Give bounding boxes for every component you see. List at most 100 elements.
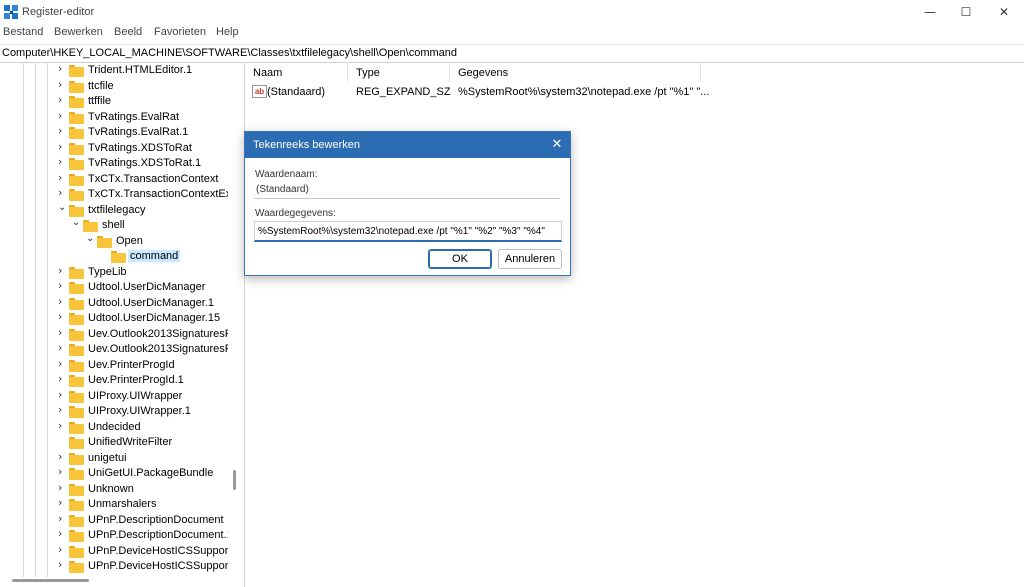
tree-item[interactable]: › ttcfile [0,79,228,94]
tree-horizontal-scroll-thumb[interactable] [12,579,89,582]
tree-vertical-scroll-thumb[interactable] [233,470,236,490]
menu-beeld[interactable]: Beeld [114,26,142,38]
value-data-input[interactable] [254,221,562,242]
value-row[interactable]: ab (Standaard) REG_EXPAND_SZ %SystemRoot… [245,84,1024,100]
chevron-down-icon[interactable]: ⌄ [58,202,66,212]
chevron-down-icon[interactable]: ⌄ [72,218,80,228]
tree-item[interactable]: › UPnP.DescriptionDocument.1 [0,528,228,543]
key-tree[interactable]: › Trident.HTMLEditor.1 › ttcfile › ttffile › Tv… [0,62,228,577]
chevron-right-icon[interactable]: › [58,358,66,369]
value-name-label: Waardenaam: [255,169,318,180]
tree-item-label: Uev.Outlook2013SignaturesPrc [88,343,228,355]
column-header-data[interactable]: Gegevens [450,62,701,82]
tree-item-label: UPnP.DescriptionDocument [88,513,224,526]
tree-item[interactable]: UnifiedWriteFilter [0,435,228,450]
tree-item[interactable]: › Undecided [0,420,228,435]
chevron-right-icon[interactable]: › [58,311,66,322]
tree-item[interactable]: › Udtool.UserDicManager.1 [0,296,228,311]
chevron-down-icon[interactable]: ⌄ [86,233,94,243]
tree-item[interactable]: › TypeLib [0,265,228,280]
menu-bestand[interactable]: Bestand [3,26,43,38]
tree-item-label: ttcfile [88,79,114,92]
tree-horizontal-scrollbar[interactable] [0,575,228,585]
chevron-right-icon[interactable]: › [58,528,66,539]
chevron-right-icon[interactable]: › [58,482,66,493]
dialog-close-icon[interactable]: ✕ [544,132,570,158]
tree-item[interactable]: › ttffile [0,94,228,109]
chevron-right-icon[interactable]: › [58,296,66,307]
menu-bewerken[interactable]: Bewerken [54,26,103,38]
tree-item[interactable]: › Udtool.UserDicManager [0,280,228,295]
ok-button[interactable]: OK [428,249,492,269]
tree-item[interactable]: › Udtool.UserDicManager.15 [0,311,228,326]
chevron-right-icon[interactable]: › [58,327,66,338]
column-header-name[interactable]: Naam [245,62,348,82]
chevron-right-icon[interactable]: › [58,559,66,570]
chevron-right-icon[interactable]: › [58,513,66,524]
chevron-right-icon[interactable]: › [58,141,66,152]
chevron-right-icon[interactable]: › [58,451,66,462]
cancel-button[interactable]: Annuleren [498,249,562,269]
folder-icon [69,483,84,496]
folder-icon [69,204,84,217]
tree-item[interactable]: › TvRatings.XDSToRat [0,141,228,156]
chevron-right-icon[interactable]: › [58,79,66,90]
menu-help[interactable]: Help [216,26,239,38]
tree-item[interactable]: › Trident.HTMLEditor.1 [0,63,228,78]
folder-icon [69,390,84,403]
chevron-right-icon[interactable]: › [58,156,66,167]
chevron-right-icon[interactable]: › [58,420,66,431]
chevron-right-icon[interactable]: › [58,404,66,415]
tree-item[interactable]: › unigetui [0,451,228,466]
chevron-right-icon[interactable]: › [58,94,66,105]
tree-item[interactable]: › TvRatings.EvalRat.1 [0,125,228,140]
address-path[interactable]: Computer\HKEY_LOCAL_MACHINE\SOFTWARE\Cla… [2,47,457,59]
address-bar[interactable]: Computer\HKEY_LOCAL_MACHINE\SOFTWARE\Cla… [0,44,1024,63]
tree-vertical-scrollbar[interactable] [228,62,242,577]
column-header-type[interactable]: Type [348,62,450,82]
tree-item[interactable]: ⌄ shell [0,218,228,233]
value-type: REG_EXPAND_SZ [356,86,451,98]
chevron-right-icon[interactable]: › [58,63,66,74]
tree-item[interactable]: › TvRatings.XDSToRat.1 [0,156,228,171]
tree-item-label: Undecided [88,420,141,433]
tree-item[interactable]: › Unknown [0,482,228,497]
chevron-right-icon[interactable]: › [58,497,66,508]
tree-item[interactable]: › Uev.Outlook2013SignaturesPrc [0,327,228,342]
chevron-right-icon[interactable]: › [58,265,66,276]
chevron-right-icon[interactable]: › [58,187,66,198]
menu-favorieten[interactable]: Favorieten [154,26,206,38]
tree-item[interactable]: › TvRatings.EvalRat [0,110,228,125]
chevron-right-icon[interactable]: › [58,466,66,477]
folder-icon [69,328,84,341]
tree-item[interactable]: ⌄ Open [0,233,228,249]
tree-item[interactable]: › UPnP.DescriptionDocument [0,513,228,528]
tree-item[interactable]: › UPnP.DeviceHostICSSupport.1 [0,559,228,574]
chevron-right-icon[interactable]: › [58,110,66,121]
close-button[interactable]: ✕ [986,0,1022,24]
tree-item[interactable]: › UniGetUI.PackageBundle [0,466,228,481]
tree-item[interactable]: › UPnP.DeviceHostICSSupport [0,544,228,559]
tree-item[interactable]: › TxCTx.TransactionContext [0,172,228,187]
minimize-button[interactable]: — [912,0,948,24]
maximize-button[interactable]: ☐ [948,0,984,24]
chevron-right-icon[interactable]: › [58,389,66,400]
tree-item[interactable]: › Uev.PrinterProgId.1 [0,373,228,388]
tree-item[interactable]: › Uev.Outlook2013SignaturesPrc [0,342,228,357]
chevron-right-icon[interactable]: › [58,373,66,384]
tree-item[interactable]: › TxCTx.TransactionContextEx [0,187,228,202]
chevron-right-icon[interactable]: › [58,172,66,183]
chevron-right-icon[interactable]: › [58,544,66,555]
chevron-right-icon[interactable]: › [58,342,66,353]
tree-item[interactable]: › UIProxy.UIWrapper [0,389,228,404]
tree-item[interactable]: › Unmarshalers [0,497,228,512]
tree-item[interactable]: command [0,249,228,264]
tree-item-label: UIProxy.UIWrapper [88,389,183,402]
chevron-right-icon[interactable]: › [58,280,66,291]
chevron-right-icon[interactable]: › [58,125,66,136]
tree-item[interactable]: › Uev.PrinterProgId [0,358,228,373]
folder-icon [69,313,84,325]
tree-item[interactable]: ⌄ txtfilelegacy [0,202,228,218]
folder-icon [69,111,84,124]
tree-item[interactable]: › UIProxy.UIWrapper.1 [0,404,228,419]
